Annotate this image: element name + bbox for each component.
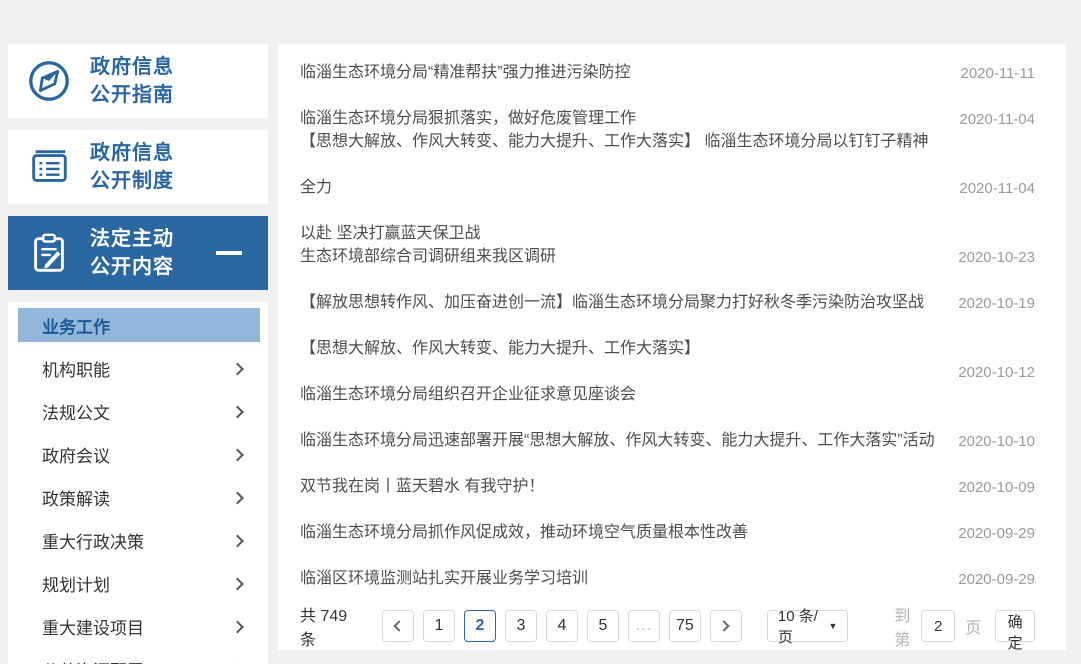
next-page-button[interactable] bbox=[709, 610, 742, 642]
news-date: 2020-11-04 bbox=[959, 179, 1035, 197]
news-date: 2020-10-19 bbox=[958, 294, 1035, 312]
goto-suffix-label: 页 bbox=[965, 620, 982, 637]
news-title[interactable]: 【解放思想转作风、加压奋进创一流】临淄生态环境分局聚力打好秋冬季污染防治攻坚战 bbox=[300, 280, 949, 326]
news-title[interactable]: 临淄生态环境分局“精准帮扶”强力推进污染防控 bbox=[300, 50, 949, 96]
sidebar-item-gov-info-system[interactable]: 政府信息 公开制度 bbox=[8, 130, 268, 204]
chevron-left-icon bbox=[393, 620, 406, 632]
news-date: 2020-11-11 bbox=[960, 64, 1035, 82]
clipboard-pen-icon bbox=[8, 230, 90, 276]
page-button-1[interactable]: 1 bbox=[422, 610, 455, 642]
news-row[interactable]: 临淄生态环境分局“精准帮扶”强力推进污染防控 2020-11-11 bbox=[300, 50, 1035, 96]
news-row[interactable]: 临淄区环境监测站扎实开展业务学习培训 2020-09-29 bbox=[300, 556, 1035, 602]
ledger-icon bbox=[8, 144, 90, 190]
news-date: 2020-09-29 bbox=[958, 570, 1035, 588]
chevron-right-icon bbox=[231, 448, 244, 461]
submenu-item-planning[interactable]: 规划计划 bbox=[8, 562, 268, 605]
news-date: 2020-10-09 bbox=[958, 478, 1035, 496]
submenu-item-business-work[interactable]: 业务工作 bbox=[18, 308, 260, 342]
submenu-item-org-functions[interactable]: 机构职能 bbox=[8, 347, 268, 390]
news-title[interactable]: 临淄区环境监测站扎实开展业务学习培训 bbox=[300, 556, 949, 602]
pagination-bar: 共 749 条 1 2 3 4 5 ... 75 10 条/页 ▼ 到第 页 确… bbox=[300, 602, 1035, 652]
news-title[interactable]: 【思想大解放、作风大转变、能力大提升、工作大落实】 临淄生态环境分局组织召开企业… bbox=[300, 326, 949, 418]
chevron-right-icon bbox=[231, 534, 244, 547]
prev-page-button[interactable] bbox=[381, 610, 414, 642]
submenu-item-label: 业务工作 bbox=[42, 317, 110, 337]
chevron-right-icon bbox=[231, 491, 244, 504]
submenu-item-regulations[interactable]: 法规公文 bbox=[8, 390, 268, 433]
collapse-minus-icon[interactable] bbox=[216, 251, 242, 255]
news-date: 2020-10-23 bbox=[958, 248, 1035, 266]
submenu-item-major-decisions[interactable]: 重大行政决策 bbox=[8, 519, 268, 562]
news-title[interactable]: 临淄生态环境分局抓作风促成效，推动环境空气质量根本性改善 bbox=[300, 510, 949, 556]
total-count-label: 共 749 条 bbox=[300, 608, 348, 649]
news-date: 2020-10-10 bbox=[958, 432, 1035, 450]
submenu-item-major-construction[interactable]: 重大建设项目 bbox=[8, 605, 268, 648]
news-date: 2020-11-04 bbox=[959, 110, 1035, 128]
submenu-item-policy-interpretation[interactable]: 政策解读 bbox=[8, 476, 268, 519]
sidebar: 政府信息 公开指南 政府信息 公开制度 法定主动 公开内容 业务工作 机构职能 … bbox=[8, 44, 268, 664]
submenu-item-label: 机构职能 bbox=[42, 361, 110, 380]
news-row[interactable]: 【思想大解放、作风大转变、能力大提升、工作大落实】 临淄生态环境分局以钉钉子精神… bbox=[300, 133, 1035, 242]
sidebar-item-label: 政府信息 公开指南 bbox=[90, 56, 174, 106]
sidebar-item-label: 法定主动 公开内容 bbox=[90, 228, 174, 278]
page-ellipsis-button[interactable]: ... bbox=[627, 610, 660, 642]
chevron-right-icon bbox=[718, 620, 731, 632]
chevron-right-icon bbox=[231, 577, 244, 590]
news-list-panel: 临淄生态环境分局“精准帮扶”强力推进污染防控 2020-11-11 临淄生态环境… bbox=[278, 44, 1066, 652]
submenu-item-label: 重大行政决策 bbox=[42, 533, 144, 552]
sidebar-submenu: 业务工作 机构职能 法规公文 政府会议 政策解读 重大行政决策 规划计划 重大建… bbox=[8, 302, 268, 664]
news-row[interactable]: 生态环境部综合司调研组来我区调研 2020-10-23 bbox=[300, 234, 1035, 280]
submenu-item-label: 法规公文 bbox=[42, 404, 110, 423]
goto-prefix-label: 到第 bbox=[894, 608, 911, 649]
submenu-item-public-resources[interactable]: 公共资源配置 bbox=[8, 648, 268, 664]
news-row[interactable]: 临淄生态环境分局抓作风促成效，推动环境空气质量根本性改善 2020-09-29 bbox=[300, 510, 1035, 556]
goto-page-input[interactable] bbox=[921, 610, 956, 642]
news-title[interactable]: 临淄生态环境分局迅速部署开展“思想大解放、作风大转变、能力大提升、工作大落实”活… bbox=[300, 418, 949, 464]
news-title[interactable]: 生态环境部综合司调研组来我区调研 bbox=[300, 234, 949, 280]
page-button-3[interactable]: 3 bbox=[504, 610, 537, 642]
confirm-button[interactable]: 确定 bbox=[995, 610, 1035, 652]
submenu-item-label: 政府会议 bbox=[42, 447, 110, 466]
news-row[interactable]: 双节我在岗丨蓝天碧水 有我守护！ 2020-10-09 bbox=[300, 464, 1035, 510]
page-size-label: 10 条/页 bbox=[777, 608, 818, 646]
goto-page-group: 到第 页 确定 bbox=[894, 602, 1035, 652]
page-size-select[interactable]: 10 条/页 ▼ bbox=[766, 608, 849, 646]
page-button-2-active[interactable]: 2 bbox=[463, 610, 496, 642]
chevron-right-icon bbox=[231, 405, 244, 418]
sidebar-item-gov-info-guide[interactable]: 政府信息 公开指南 bbox=[8, 44, 268, 118]
news-date: 2020-09-29 bbox=[958, 524, 1035, 542]
news-row[interactable]: 【思想大解放、作风大转变、能力大提升、工作大落实】 临淄生态环境分局组织召开企业… bbox=[300, 326, 1035, 418]
compass-icon bbox=[8, 58, 90, 104]
chevron-right-icon bbox=[231, 620, 244, 633]
page-button-5[interactable]: 5 bbox=[586, 610, 619, 642]
news-row[interactable]: 临淄生态环境分局迅速部署开展“思想大解放、作风大转变、能力大提升、工作大落实”活… bbox=[300, 418, 1035, 464]
news-row[interactable]: 【解放思想转作风、加压奋进创一流】临淄生态环境分局聚力打好秋冬季污染防治攻坚战 … bbox=[300, 280, 1035, 326]
sidebar-item-statutory-disclosure[interactable]: 法定主动 公开内容 bbox=[8, 216, 268, 290]
submenu-item-label: 公共资源配置 bbox=[8, 657, 144, 664]
submenu-item-gov-meetings[interactable]: 政府会议 bbox=[8, 433, 268, 476]
news-title[interactable]: 双节我在岗丨蓝天碧水 有我守护！ bbox=[300, 464, 949, 510]
caret-down-icon: ▼ bbox=[828, 621, 838, 631]
submenu-item-label: 重大建设项目 bbox=[42, 619, 144, 638]
submenu-item-label: 政策解读 bbox=[42, 490, 110, 509]
page-button-75[interactable]: 75 bbox=[668, 610, 701, 642]
submenu-item-label: 规划计划 bbox=[42, 576, 110, 595]
page-button-4[interactable]: 4 bbox=[545, 610, 578, 642]
news-date: 2020-10-12 bbox=[958, 363, 1035, 381]
chevron-right-icon bbox=[231, 362, 244, 375]
sidebar-item-label: 政府信息 公开制度 bbox=[90, 142, 174, 192]
